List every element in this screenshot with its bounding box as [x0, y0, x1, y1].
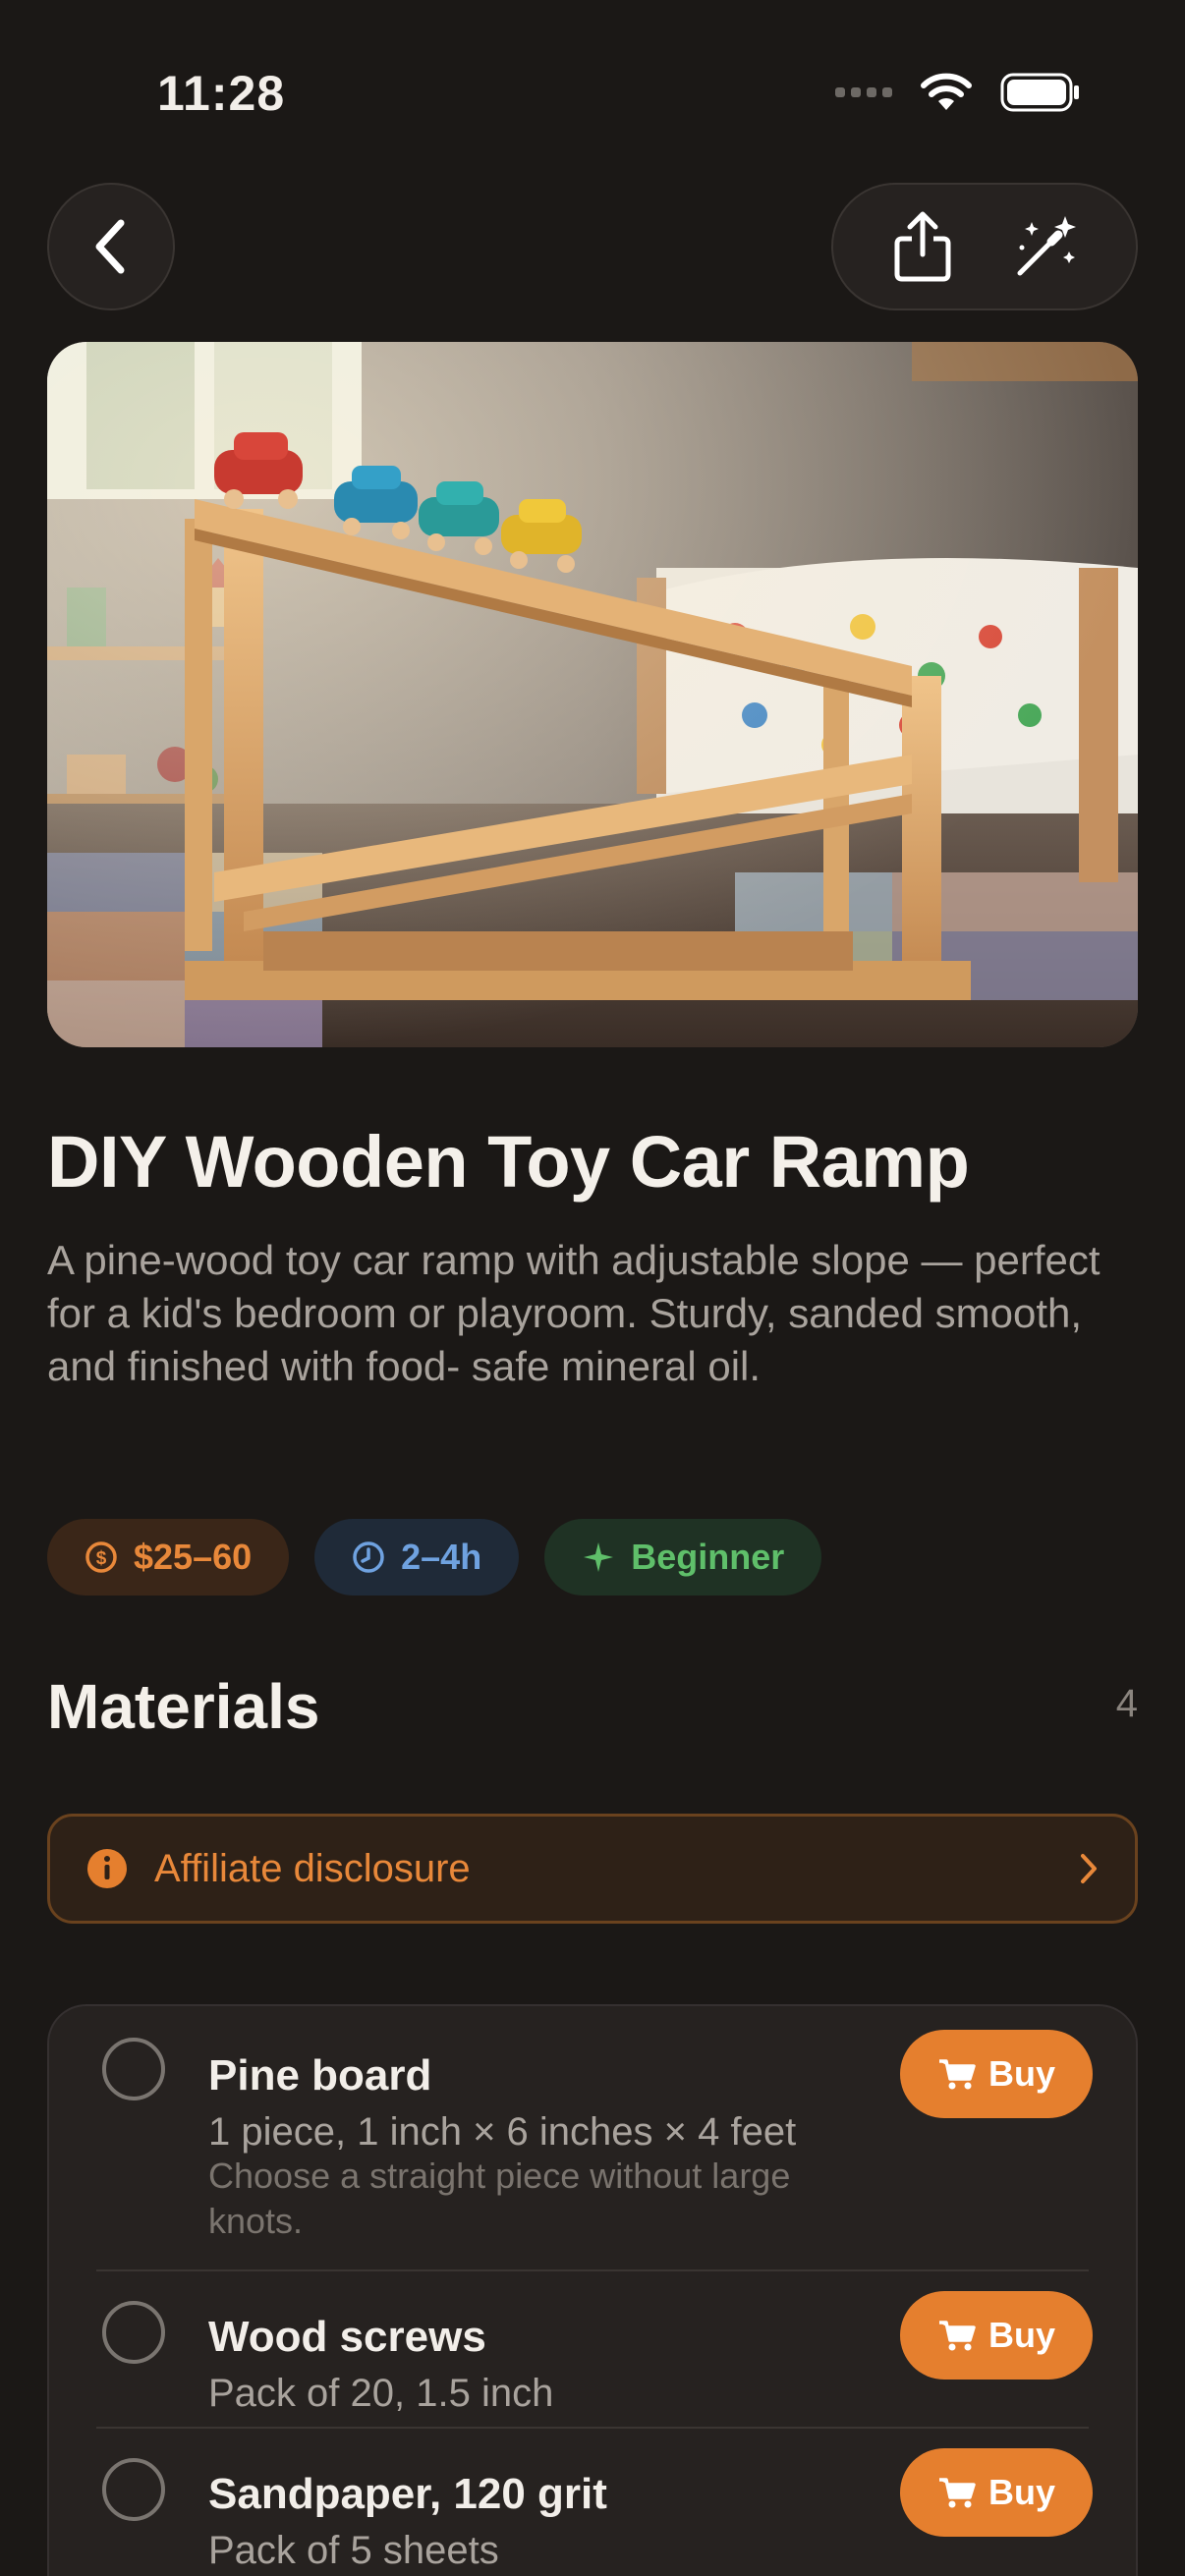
affiliate-disclosure-banner[interactable]: Affiliate disclosure	[47, 1814, 1138, 1924]
buy-label: Buy	[988, 2053, 1055, 2094]
material-quantity: Pack of 5 sheets	[208, 2529, 499, 2572]
header-actions	[831, 183, 1138, 310]
project-title: DIY Wooden Toy Car Ramp	[47, 1121, 970, 1203]
share-icon	[894, 211, 951, 282]
material-item: Pine board 1 piece, 1 inch × 6 inches × …	[49, 2006, 1140, 2271]
chevron-right-icon	[1081, 1854, 1097, 1883]
cart-icon	[938, 2059, 976, 2090]
sparkle-icon	[584, 1542, 614, 1572]
material-quantity: 1 piece, 1 inch × 6 inches × 4 feet	[208, 2110, 797, 2154]
material-note: Choose a straight piece without large kn…	[208, 2156, 791, 2241]
cellular-signal-icon	[835, 87, 892, 97]
materials-count: 4	[1115, 1682, 1138, 1725]
project-hero-image	[47, 342, 1138, 1047]
materials-heading: Materials	[47, 1671, 320, 1742]
material-item: Sandpaper, 120 grit Pack of 5 sheets Buy	[49, 2429, 1140, 2576]
cost-chip: $ $25–60	[47, 1519, 290, 1596]
project-detail-screen: 11:28 DIY Wooden Toy Car Ramp A pine-woo…	[0, 0, 1185, 2576]
cost-value: $25–60	[134, 1537, 253, 1577]
materials-list: Pine board 1 piece, 1 inch × 6 inches × …	[47, 2004, 1138, 2576]
buy-button[interactable]: Buy	[900, 2291, 1093, 2380]
material-checkbox[interactable]	[102, 2458, 165, 2521]
material-item: Wood screws Pack of 20, 1.5 inch Buy	[49, 2271, 1140, 2429]
dollar-circle-icon: $	[85, 1541, 117, 1573]
chevron-left-icon	[95, 219, 125, 274]
share-button[interactable]	[888, 211, 957, 282]
time-chip: 2–4h	[314, 1519, 520, 1596]
buy-label: Buy	[988, 2472, 1055, 2512]
difficulty-chip: Beginner	[544, 1519, 822, 1596]
cart-icon	[938, 2478, 976, 2508]
difficulty-value: Beginner	[631, 1537, 785, 1577]
wifi-icon	[921, 73, 972, 110]
buy-label: Buy	[988, 2315, 1055, 2355]
magic-edit-button[interactable]	[1012, 212, 1081, 281]
back-button[interactable]	[47, 183, 175, 310]
cart-icon	[938, 2321, 976, 2351]
battery-icon	[1000, 73, 1079, 112]
status-time: 11:28	[157, 66, 286, 121]
affiliate-disclosure-label: Affiliate disclosure	[154, 1846, 471, 1890]
status-indicators	[835, 73, 1081, 112]
info-icon	[87, 1849, 127, 1888]
time-value: 2–4h	[401, 1537, 482, 1577]
svg-text:$: $	[96, 1548, 107, 1569]
material-quantity: Pack of 20, 1.5 inch	[208, 2372, 554, 2415]
material-checkbox[interactable]	[102, 2301, 165, 2364]
material-name: Pine board	[208, 2051, 432, 2100]
project-meta-chips: $ $25–60 2–4h Beginner	[47, 1519, 822, 1596]
material-name: Sandpaper, 120 grit	[208, 2470, 607, 2518]
magic-wand-icon	[1017, 216, 1076, 276]
material-name: Wood screws	[208, 2313, 486, 2361]
project-description: A pine-wood toy car ramp with adjustable…	[47, 1237, 1100, 1389]
material-checkbox[interactable]	[102, 2038, 165, 2100]
clock-icon	[353, 1541, 384, 1573]
buy-button[interactable]: Buy	[900, 2030, 1093, 2118]
buy-button[interactable]: Buy	[900, 2448, 1093, 2537]
